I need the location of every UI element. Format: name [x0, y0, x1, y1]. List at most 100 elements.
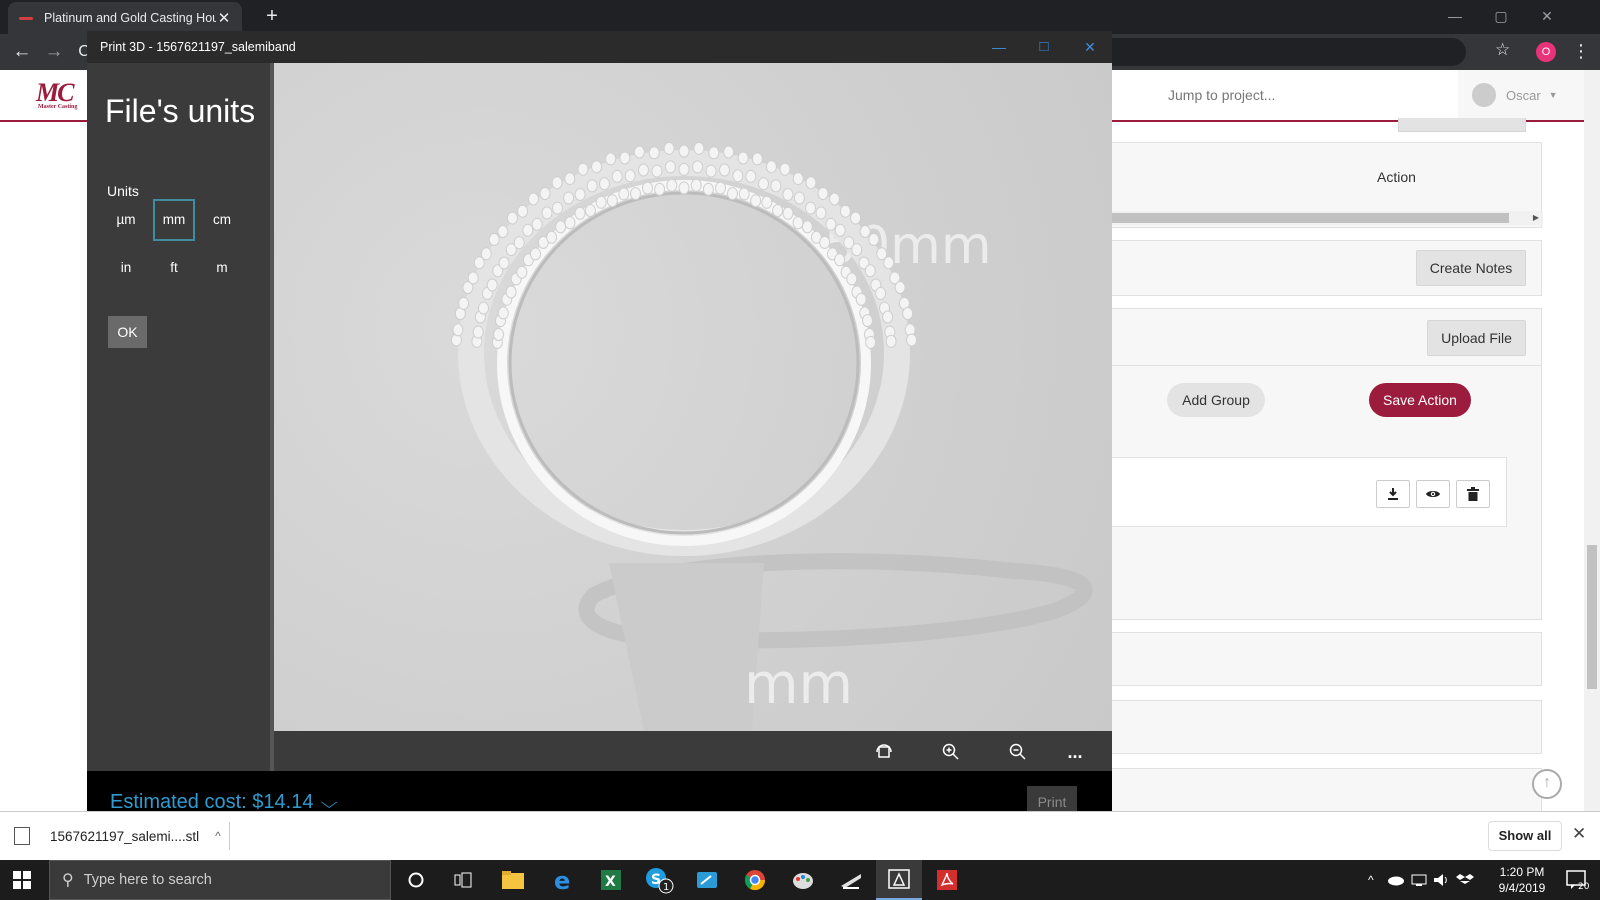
print3d-close-button[interactable]: ✕ [1067, 31, 1113, 63]
skype-app[interactable]: S1 [636, 860, 682, 900]
ring-bead [498, 256, 510, 270]
ring-bead [765, 160, 777, 174]
unit-millimeter-option[interactable]: mm [153, 199, 195, 241]
unit-foot-option[interactable]: ft [153, 247, 195, 289]
ring-bead [770, 179, 782, 193]
minimize-window-button[interactable]: — [1432, 2, 1478, 30]
network-icon[interactable] [1410, 860, 1428, 900]
page-scroll-thumb[interactable] [1587, 545, 1597, 689]
ring-bead [664, 160, 676, 174]
ring-bead [839, 204, 851, 218]
scroll-right-icon[interactable]: ▶ [1533, 211, 1539, 225]
back-button[interactable]: ← [10, 40, 34, 64]
action-panel: Action ▶ [1100, 142, 1543, 228]
taskbar-clock[interactable]: 1:20 PM 9/4/2019 [1487, 864, 1557, 896]
ring-bead [584, 204, 596, 217]
excel-app[interactable]: X [588, 860, 634, 900]
cortana-icon [408, 872, 424, 888]
panel-divider [1101, 365, 1541, 366]
acrobat-app[interactable] [924, 860, 970, 900]
ring-bead [732, 169, 744, 183]
site-logo[interactable]: MC Master Casting [36, 78, 92, 112]
paint3d-app[interactable] [684, 860, 730, 900]
file-explorer-app[interactable] [490, 860, 536, 900]
ring-bead [497, 306, 509, 320]
rotate-view-button[interactable] [871, 739, 897, 765]
close-window-button[interactable]: ✕ [1524, 2, 1570, 30]
close-tab-icon[interactable]: ✕ [216, 9, 232, 27]
unit-inch-option[interactable]: in [105, 247, 147, 289]
print3d-minimize-button[interactable]: — [976, 31, 1022, 63]
ring-bead [618, 187, 630, 201]
ring-bead [599, 177, 610, 191]
paint3d-icon [697, 872, 717, 888]
jump-to-project-input[interactable]: Jump to project... [1156, 70, 1456, 120]
zoom-out-icon [1009, 743, 1026, 760]
create-notes-button[interactable]: Create Notes [1416, 250, 1526, 286]
site-favicon-icon [18, 10, 34, 26]
horizontal-scrollbar[interactable]: ▶ [1101, 211, 1543, 225]
onedrive-icon[interactable] [1386, 860, 1404, 900]
more-options-icon[interactable]: ... [1062, 739, 1088, 765]
zoom-out-button[interactable] [1005, 739, 1031, 765]
ok-button[interactable]: OK [108, 316, 147, 348]
cad-app[interactable] [828, 860, 874, 900]
add-group-button[interactable]: Add Group [1167, 383, 1265, 417]
user-menu[interactable]: Oscar ▼ [1458, 70, 1584, 120]
download-button[interactable] [1376, 480, 1410, 508]
unit-micrometer-option[interactable]: µm [105, 199, 147, 241]
viewport-toolbar: ... [274, 731, 1112, 771]
ring-bead [513, 236, 525, 250]
chrome-app[interactable] [732, 860, 778, 900]
ring-bead [737, 151, 749, 165]
volume-icon[interactable] [1432, 860, 1450, 900]
address-bar[interactable] [1110, 38, 1466, 66]
tray-overflow-caret[interactable]: ^ [1368, 860, 1374, 900]
download-item[interactable]: 1567621197_salemi....stl ^ [14, 812, 221, 860]
forward-button[interactable]: → [42, 40, 66, 64]
bookmark-star-icon[interactable]: ☆ [1495, 40, 1510, 60]
ring-bead [875, 286, 887, 300]
browser-menu-icon[interactable]: ⋮ [1572, 39, 1590, 63]
save-action-button[interactable]: Save Action [1369, 383, 1471, 417]
ring-bead [859, 225, 871, 238]
upload-file-button[interactable]: Upload File [1427, 320, 1526, 356]
back-to-top-button[interactable]: ↑ [1532, 769, 1562, 799]
delete-button[interactable] [1456, 480, 1490, 508]
dropbox-icon[interactable] [1456, 860, 1474, 900]
unit-meter-option[interactable]: m [201, 247, 243, 289]
print3d-maximize-button[interactable]: □ [1021, 31, 1067, 63]
cortana-button[interactable] [393, 860, 439, 900]
print3d-app[interactable] [876, 860, 922, 900]
close-shelf-icon[interactable]: ✕ [1572, 824, 1586, 844]
partial-header-button[interactable] [1398, 118, 1526, 132]
print3d-title-bar: Print 3D - 1567621197_salemiband [87, 31, 1112, 63]
taskbar-search-input[interactable]: ⚲ Type here to search [49, 860, 391, 900]
restore-window-button[interactable]: ▢ [1478, 2, 1524, 30]
ring-bead [851, 243, 863, 257]
page-scrollbar[interactable] [1584, 70, 1600, 811]
browser-tab[interactable]: Platinum and Gold Casting House ✕ [8, 2, 242, 34]
new-tab-button[interactable]: + [260, 4, 284, 28]
ring-bead [551, 176, 563, 190]
task-view-button[interactable] [440, 860, 486, 900]
unit-centimeter-option[interactable]: cm [201, 199, 243, 241]
windows-start-icon[interactable] [13, 871, 31, 889]
chevron-up-icon[interactable]: ^ [215, 829, 221, 843]
action-center-button[interactable]: 20 [1566, 860, 1592, 900]
ring-bead [865, 335, 877, 349]
ring-bead [458, 296, 470, 310]
ring-bead [678, 162, 690, 176]
ring-bead [855, 292, 867, 306]
zoom-in-button[interactable] [938, 739, 964, 765]
show-all-button[interactable]: Show all [1488, 821, 1562, 851]
ring-bead [862, 314, 873, 328]
ring-bead [819, 235, 831, 249]
profile-avatar[interactable]: O [1536, 42, 1556, 62]
ring-bead [541, 206, 553, 220]
3d-viewport[interactable]: 50mm mm [274, 63, 1112, 731]
ring-bead [467, 271, 479, 285]
preview-button[interactable] [1416, 480, 1450, 508]
edge-app[interactable]: e [540, 860, 586, 900]
paint-app[interactable] [780, 860, 826, 900]
